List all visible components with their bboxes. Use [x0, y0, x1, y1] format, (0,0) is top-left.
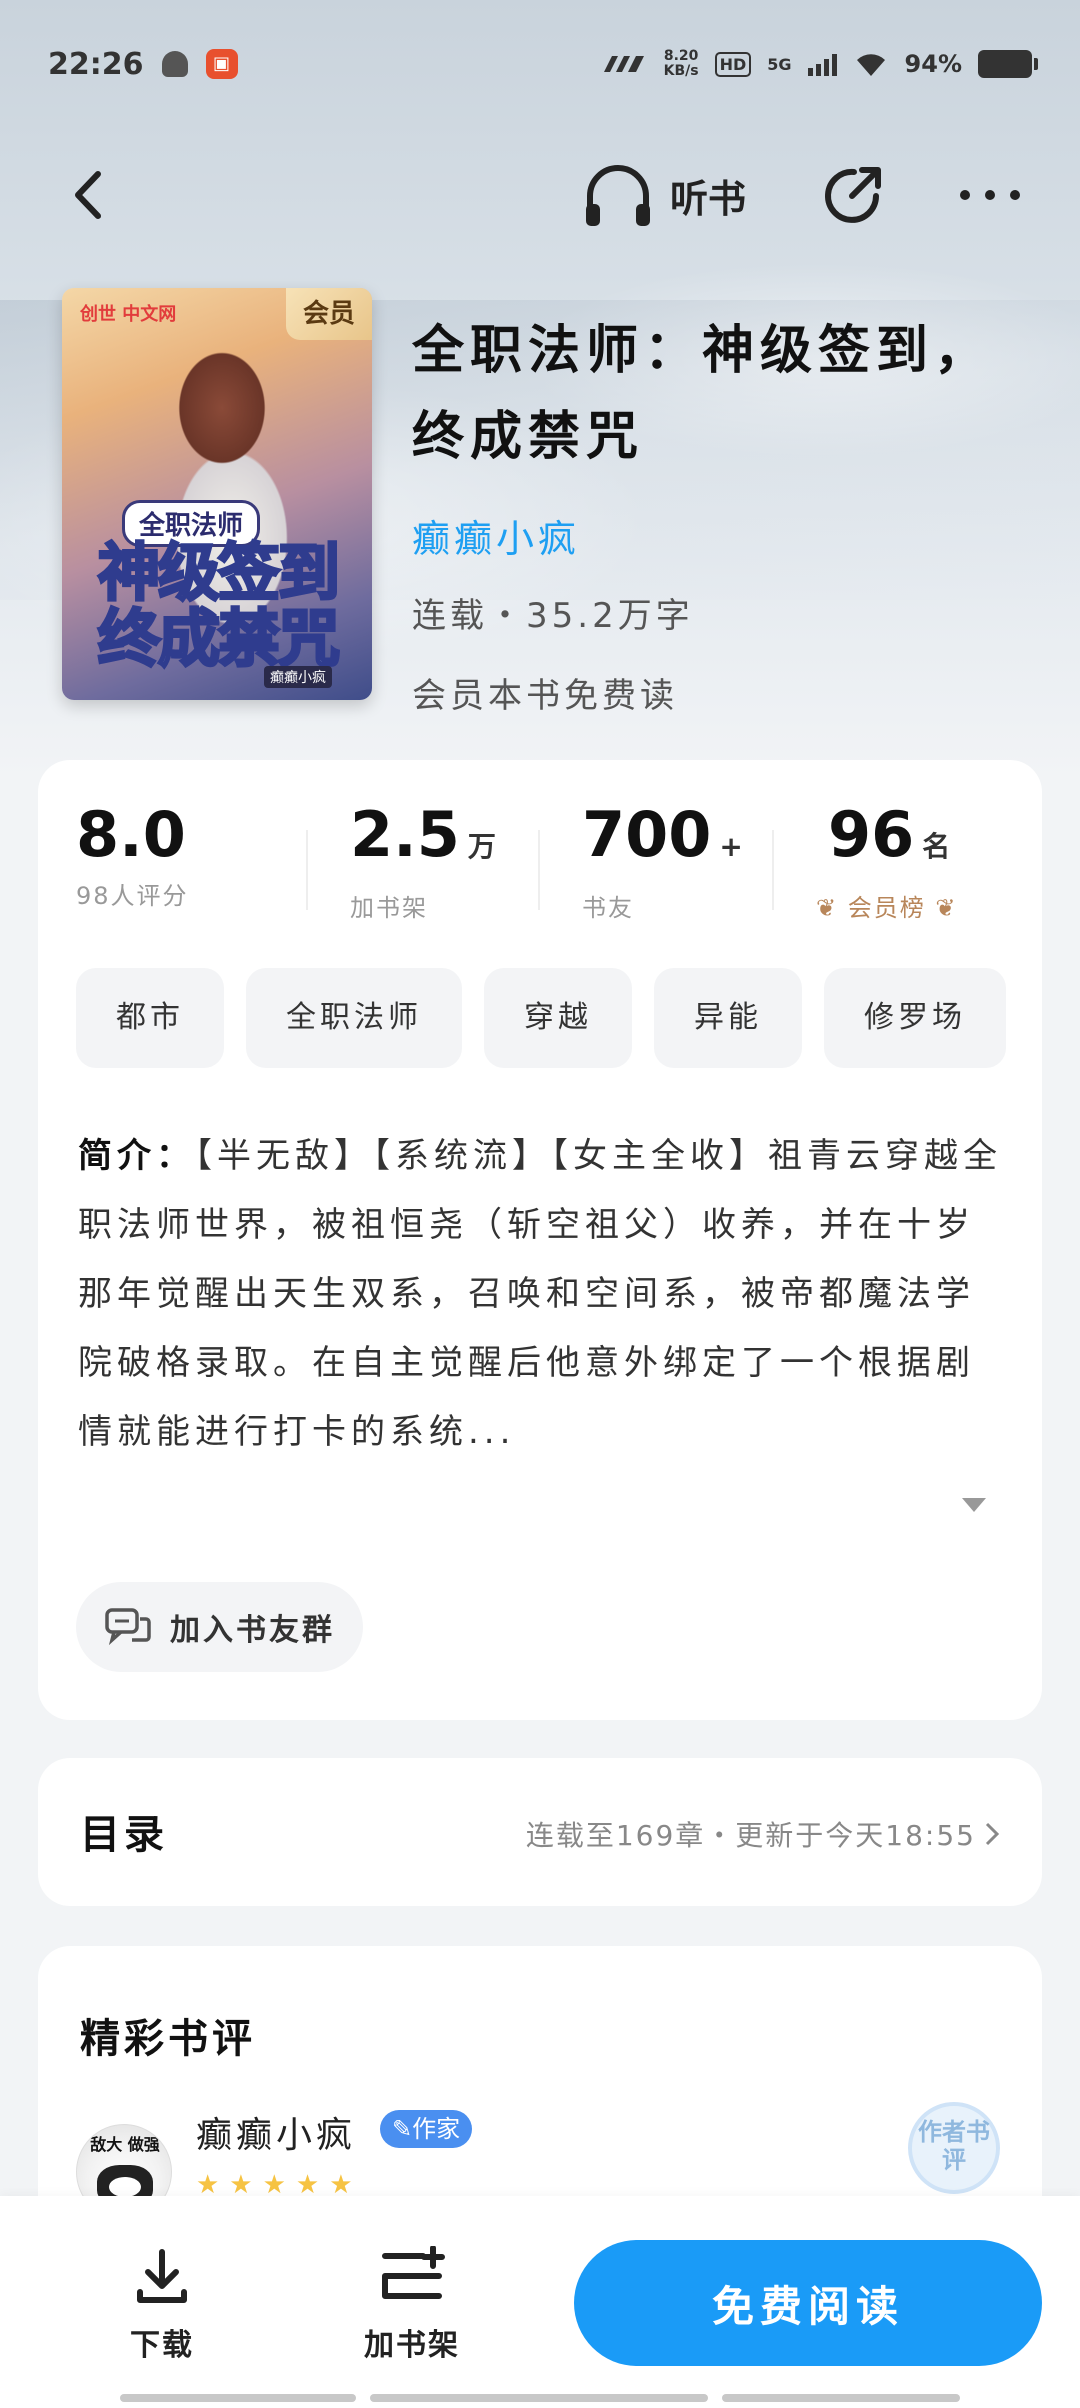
hd-badge: HD [714, 51, 752, 77]
divider [772, 830, 774, 910]
status-time: 22:26 [48, 46, 144, 82]
book-meta: 连载・35.2万字 [412, 596, 694, 636]
battery-percent: 94% [904, 50, 962, 78]
wifi-icon [856, 54, 885, 76]
status-bar: 22:26 ▣ 8.20 KB/s HD 5G 94% [0, 0, 1080, 128]
home-indicator [722, 2394, 960, 2402]
expand-synopsis-button[interactable] [956, 1486, 992, 1522]
toc-card[interactable]: 目录 连载至169章・更新于今天18:55 [38, 1758, 1042, 1906]
cover-author-tag: 癫癫小疯 [264, 666, 332, 688]
rank-label: ❦ 会员榜 ❦ [816, 894, 958, 922]
book-title: 全职法师：神级签到，终成禁咒 [412, 321, 993, 467]
join-group-label: 加入书友群 [170, 1613, 335, 1648]
chat-bubbles-icon [105, 1608, 151, 1646]
reviewer-name[interactable]: 癫癫小疯 [196, 2106, 356, 2158]
book-author-link[interactable]: 癫癫小疯 [412, 508, 580, 563]
chevron-left-icon [75, 171, 101, 219]
triangle-down-icon [962, 1498, 986, 1512]
tag-chip[interactable]: 修罗场 [824, 968, 1006, 1068]
stat-fans[interactable]: 700 + 书友 [582, 800, 743, 923]
synopsis[interactable]: 简介：【半无敌】【系统流】【女主全收】祖青云穿越全职法师世界，被祖恒尧（斩空祖父… [78, 1122, 1008, 1467]
cover-title-main: 神级签到 终成禁咒 [96, 536, 341, 675]
stat-rating[interactable]: 8.0 98人评分 [76, 800, 189, 920]
home-indicator [120, 2394, 356, 2402]
book-info-card: 8.0 98人评分 2.5 万 加书架 700 + 书友 96 名 ❦ 会员榜 ❦ 都… [38, 760, 1042, 1720]
chevron-right-icon [985, 1822, 1000, 1846]
tag-chip[interactable]: 穿越 [484, 968, 632, 1068]
laurel-left-icon: ❦ [816, 894, 839, 922]
toc-title: 目录 [80, 1812, 168, 1858]
synopsis-label: 简介： [78, 1136, 195, 1176]
feather-icon: ✎ [392, 2115, 413, 2143]
share-button[interactable] [818, 160, 888, 230]
bottom-action-bar: 下载 加书架 免费阅读 [0, 2196, 1080, 2408]
reviews-title: 精彩书评 [80, 2016, 256, 2062]
signal-bars-icon [807, 52, 837, 76]
author-review-seal: 作者书评 [908, 2102, 1000, 2194]
listen-label: 听书 [670, 176, 747, 221]
laurel-right-icon: ❦ [935, 894, 958, 922]
share-icon [825, 167, 881, 223]
tag-chip[interactable]: 全职法师 [246, 968, 462, 1068]
toc-info: 连载至169章・更新于今天18:55 [526, 1814, 1002, 1854]
divider [306, 830, 308, 910]
author-badge: ✎作家 [380, 2110, 473, 2148]
signal-type: 5G [767, 54, 792, 74]
synopsis-text: 【半无敌】【系统流】【女主全收】祖青云穿越全职法师世界，被祖恒尧（斩空祖父）收养… [78, 1136, 1002, 1452]
join-group-button[interactable]: 加入书友群 [76, 1582, 363, 1672]
top-nav: 听书 [0, 150, 1080, 240]
net-speed: 8.20 KB/s [663, 48, 699, 79]
book-membership-note: 会员本书免费读 [412, 676, 678, 716]
headphones-icon [586, 165, 650, 226]
tag-list: 都市 全职法师 穿越 异能 修罗场 [76, 968, 1042, 1068]
download-button[interactable]: 下载 [82, 2246, 242, 2364]
add-shelf-icon [382, 2245, 445, 2299]
home-indicator [370, 2394, 708, 2402]
stat-shelf: 2.5 万 加书架 [350, 798, 496, 923]
back-button[interactable] [60, 160, 120, 230]
add-shelf-button[interactable]: 加书架 [332, 2245, 492, 2364]
cover-brand: 创世 中文网 [80, 304, 177, 325]
divider [538, 830, 540, 910]
tag-chip[interactable]: 异能 [654, 968, 802, 1068]
nfc-icon [603, 56, 644, 72]
listen-button[interactable]: 听书 [580, 160, 746, 230]
free-read-button[interactable]: 免费阅读 [574, 2240, 1042, 2366]
more-button[interactable] [955, 160, 1025, 230]
book-cover[interactable]: 创世 中文网 会员 全职法师 神级签到 终成禁咒 癫癫小疯 [62, 288, 372, 700]
vip-badge: 会员 [286, 288, 372, 340]
more-dots-icon [960, 190, 1020, 200]
stat-rank[interactable]: 96 名 ❦ 会员榜 ❦ [816, 800, 958, 923]
stats-row: 8.0 98人评分 2.5 万 加书架 700 + 书友 96 名 ❦ 会员榜 ❦ [38, 798, 1042, 923]
tag-chip[interactable]: 都市 [76, 968, 224, 1068]
app-notification-icon: ▣ [205, 49, 238, 79]
robot-notification-icon [161, 51, 188, 77]
battery-icon [978, 50, 1038, 78]
download-icon [137, 2249, 187, 2303]
